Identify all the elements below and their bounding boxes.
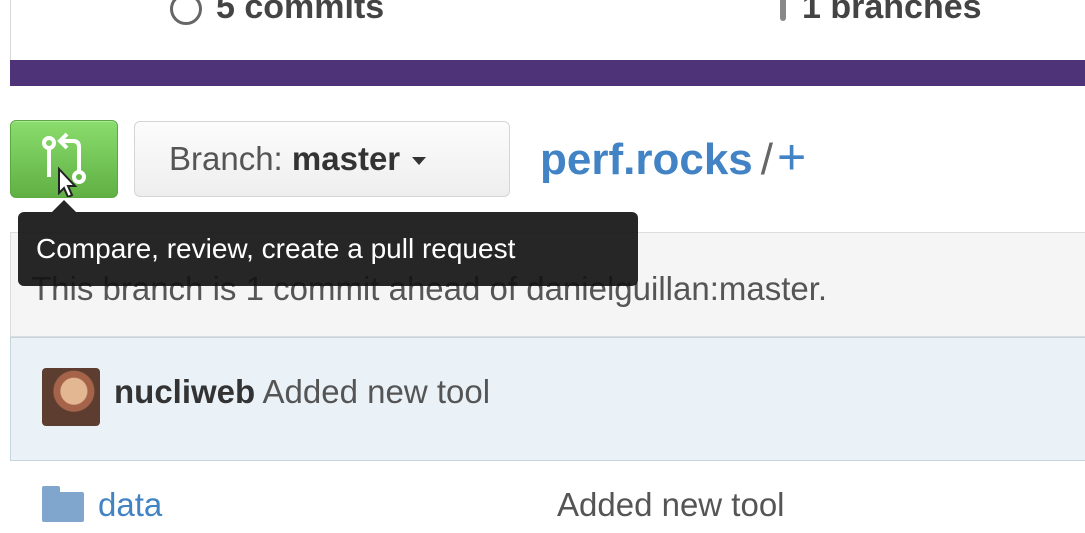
branch-icon	[780, 0, 786, 22]
folder-icon	[42, 486, 84, 522]
file-commit-message[interactable]: Added new tool	[557, 486, 785, 524]
tooltip-text: Compare, review, create a pull request	[36, 233, 516, 264]
path-separator: /	[760, 135, 773, 184]
compare-button[interactable]	[10, 120, 118, 199]
history-icon	[170, 0, 202, 26]
breadcrumb: perf.rocks/+	[540, 128, 806, 186]
repo-name-link[interactable]: perf.rocks	[540, 135, 753, 184]
file-name-link[interactable]: data	[98, 486, 162, 524]
file-row	[10, 461, 1085, 533]
branches-count: 1 branches	[802, 0, 982, 26]
add-file-button[interactable]: +	[777, 129, 806, 185]
pointer-cursor-icon	[58, 166, 78, 199]
branch-label: Branch:	[169, 140, 283, 177]
commits-count: 5 commits	[216, 0, 385, 26]
tooltip-arrow	[52, 200, 76, 212]
commit-author-link[interactable]: nucliweb	[114, 373, 255, 410]
branches-stat[interactable]: 1 branches	[780, 0, 982, 27]
chevron-down-icon	[412, 157, 427, 166]
avatar[interactable]	[42, 368, 100, 426]
branch-selector[interactable]: Branch: master	[134, 121, 510, 197]
compare-pull-request-icon	[42, 132, 86, 199]
commit-summary: nucliweb Added new tool	[114, 373, 490, 411]
commits-stat[interactable]: 5 commits	[170, 0, 384, 27]
compare-tooltip: Compare, review, create a pull request	[18, 212, 638, 286]
language-bar	[10, 60, 1085, 86]
branch-value: master	[291, 140, 401, 177]
commit-message-link[interactable]: Added new tool	[263, 373, 491, 410]
